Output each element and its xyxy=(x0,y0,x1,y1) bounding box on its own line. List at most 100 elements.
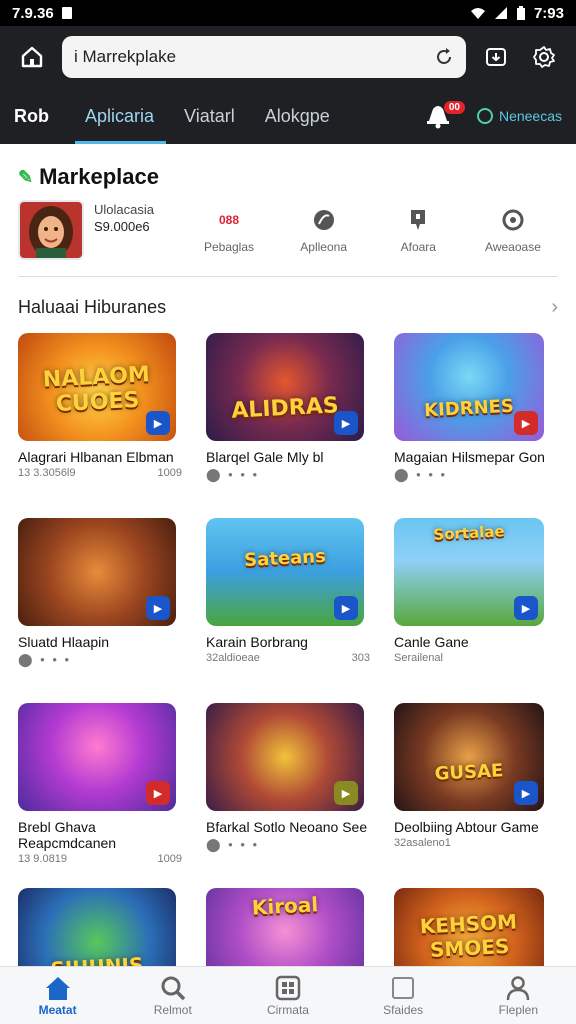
game-name: Bfarkal Sotlo Neoano See xyxy=(206,819,368,835)
game-name: Magaian Hilsmepar Gon xyxy=(394,449,545,465)
account-link[interactable]: Neneecas xyxy=(476,108,562,124)
game-thumbnail[interactable]: NALAOM CUOES ▶ xyxy=(18,333,176,441)
game-name: Brebl Ghava Reapcmdcanen xyxy=(18,819,117,851)
url-search-bar[interactable]: i Marrekplake xyxy=(62,36,466,78)
stat-label: Aplleona xyxy=(300,240,348,254)
profile-number: S9.000e6 xyxy=(94,219,150,234)
download-box-icon xyxy=(486,48,506,66)
person-icon xyxy=(507,975,530,1000)
play-icon[interactable]: ▶ xyxy=(514,411,538,435)
game-meta-right: 1009 xyxy=(157,853,182,865)
stat-pebaglas[interactable]: 088 Pebaglas xyxy=(184,208,274,254)
game-grid: NALAOM CUOES ▶ Alagrari Hlbanan Elbman 1… xyxy=(18,333,558,1024)
game-card[interactable]: ▶ Brebl Ghava Reapcmdcanen 13 9.0819 1009 xyxy=(18,703,182,888)
game-card[interactable]: KIDRNES ▶ Magaian Hilsmepar Gon ⬤ • • • xyxy=(394,333,558,518)
stat-afoara[interactable]: Afoara xyxy=(373,208,463,254)
notification-square-icon xyxy=(61,7,72,19)
game-card[interactable]: Sortalae ▶ Canle Gane Serailenal xyxy=(394,518,558,703)
main-content: ✎ Markeplace Ulolacasia S9.000e6 088 Peb… xyxy=(0,164,576,1024)
ticket-icon: 088 xyxy=(218,213,240,227)
game-name: Deolbiing Abtour Game xyxy=(394,819,539,835)
stat-label: Aweaoase xyxy=(485,240,541,254)
play-icon[interactable]: ▶ xyxy=(146,596,170,620)
game-thumbnail[interactable]: Sortalae ▶ xyxy=(394,518,544,626)
bookmark-icon xyxy=(411,210,426,230)
game-thumbnail[interactable]: Sateans ▶ xyxy=(206,518,364,626)
more-dots-icon[interactable]: ⬤ • • • xyxy=(206,837,259,853)
tab-rob[interactable]: Rob xyxy=(14,88,49,144)
search-icon xyxy=(161,976,186,1000)
wifi-icon xyxy=(470,8,485,19)
section-header[interactable]: Haluaai Hiburanes › xyxy=(18,295,558,319)
game-meta-left: 32asaleno1 xyxy=(394,837,451,849)
nav-categories[interactable]: Cirmata xyxy=(238,975,338,1017)
profile-summary: Ulolacasia S9.000e6 088 Pebaglas Aplleon… xyxy=(18,200,558,268)
nav-library[interactable]: Sfaides xyxy=(353,975,453,1017)
more-dots-icon[interactable]: ⬤ • • • xyxy=(394,467,447,483)
refresh-icon[interactable] xyxy=(434,47,454,67)
game-thumbnail[interactable]: GUSAE ▶ xyxy=(394,703,544,811)
game-thumbnail[interactable]: ▶ xyxy=(206,703,364,811)
home-outline-icon xyxy=(21,46,43,68)
more-dots-icon[interactable]: ⬤ • • • xyxy=(206,467,259,483)
play-icon[interactable]: ▶ xyxy=(146,781,170,805)
play-icon[interactable]: ▶ xyxy=(514,781,538,805)
nav-label: Meatat xyxy=(38,1002,77,1017)
account-link-label: Neneecas xyxy=(498,108,562,124)
game-thumbnail-title: Sortalae xyxy=(432,522,506,545)
game-thumbnail[interactable]: KIDRNES ▶ xyxy=(394,333,544,441)
game-thumbnail-title: Kiroal xyxy=(251,892,319,921)
tab-alokgpe[interactable]: Alokgpe xyxy=(265,88,330,144)
play-icon[interactable]: ▶ xyxy=(334,781,358,805)
avatar[interactable] xyxy=(18,200,84,260)
home-button[interactable] xyxy=(14,39,50,75)
more-dots-icon[interactable]: ⬤ • • • xyxy=(18,652,71,668)
nav-label: Fleplen xyxy=(498,1002,539,1017)
tab-viatarl[interactable]: Viatarl xyxy=(184,88,235,144)
tab-bar: Rob Aplicaria Viatarl Alokgpe 00 Neneeca… xyxy=(0,88,576,144)
nav-search[interactable]: Relmot xyxy=(123,975,223,1017)
game-card[interactable]: ALIDRAS ▶ Blarqel Gale Mly bl ⬤ • • • xyxy=(206,333,370,518)
play-icon[interactable]: ▶ xyxy=(514,596,538,620)
grid-icon xyxy=(275,975,301,1000)
game-meta-left: Serailenal xyxy=(394,652,443,664)
divider xyxy=(18,276,558,277)
home-icon xyxy=(45,976,70,1000)
nav-home[interactable]: Meatat xyxy=(8,975,108,1017)
settings-button[interactable] xyxy=(526,39,562,75)
bottom-navigation: Meatat Relmot Cirmata Sfaides Fleplen xyxy=(0,966,576,1024)
game-card[interactable]: Sateans ▶ Karain Borbrang 32aldioeae 303 xyxy=(206,518,370,703)
stat-aweaoase[interactable]: Aweaoase xyxy=(468,208,558,254)
circle-icon xyxy=(502,209,524,231)
play-icon[interactable]: ▶ xyxy=(334,411,358,435)
play-icon[interactable]: ▶ xyxy=(334,596,358,620)
game-thumbnail[interactable]: ▶ xyxy=(18,703,176,811)
game-card[interactable]: NALAOM CUOES ▶ Alagrari Hlbanan Elbman 1… xyxy=(18,333,182,518)
stat-label: Pebaglas xyxy=(203,240,255,254)
section-title: Haluaai Hiburanes xyxy=(18,296,167,317)
game-card[interactable]: ▶ Bfarkal Sotlo Neoano See ⬤ • • • xyxy=(206,703,370,888)
notifications-button[interactable]: 00 xyxy=(425,99,465,133)
stat-aplleona[interactable]: Aplleona xyxy=(279,208,369,254)
game-card[interactable]: ▶ Sluatd Hlaapin ⬤ • • • xyxy=(18,518,182,703)
game-thumbnail[interactable]: ▶ xyxy=(18,518,176,626)
game-meta-left: 13 9.0819 xyxy=(18,853,67,865)
chevron-right-icon[interactable]: › xyxy=(551,296,558,319)
status-time-left: 7.9.36 xyxy=(12,4,54,22)
page-title: Markeplace xyxy=(39,164,159,189)
search-text: i Marrekplake xyxy=(74,47,177,66)
play-icon[interactable]: ▶ xyxy=(146,411,170,435)
game-name: Canle Gane xyxy=(394,634,469,650)
game-thumbnail[interactable]: ALIDRAS ▶ xyxy=(206,333,364,441)
nav-label: Cirmata xyxy=(266,1002,309,1017)
leaf-icon: ✎ xyxy=(18,166,34,187)
tab-switcher-button[interactable] xyxy=(478,39,514,75)
game-name: Sluatd Hlaapin xyxy=(18,634,110,650)
battery-icon xyxy=(516,5,525,20)
square-icon xyxy=(392,976,415,999)
game-meta-left: 32aldioeae xyxy=(206,652,260,664)
stats-row: 088 Pebaglas Aplleona Afoara Aweaoase xyxy=(184,208,558,254)
tab-aplicaria[interactable]: Aplicaria xyxy=(74,88,167,144)
nav-profile[interactable]: Fleplen xyxy=(468,975,568,1017)
game-card[interactable]: GUSAE ▶ Deolbiing Abtour Game 32asaleno1 xyxy=(394,703,558,888)
